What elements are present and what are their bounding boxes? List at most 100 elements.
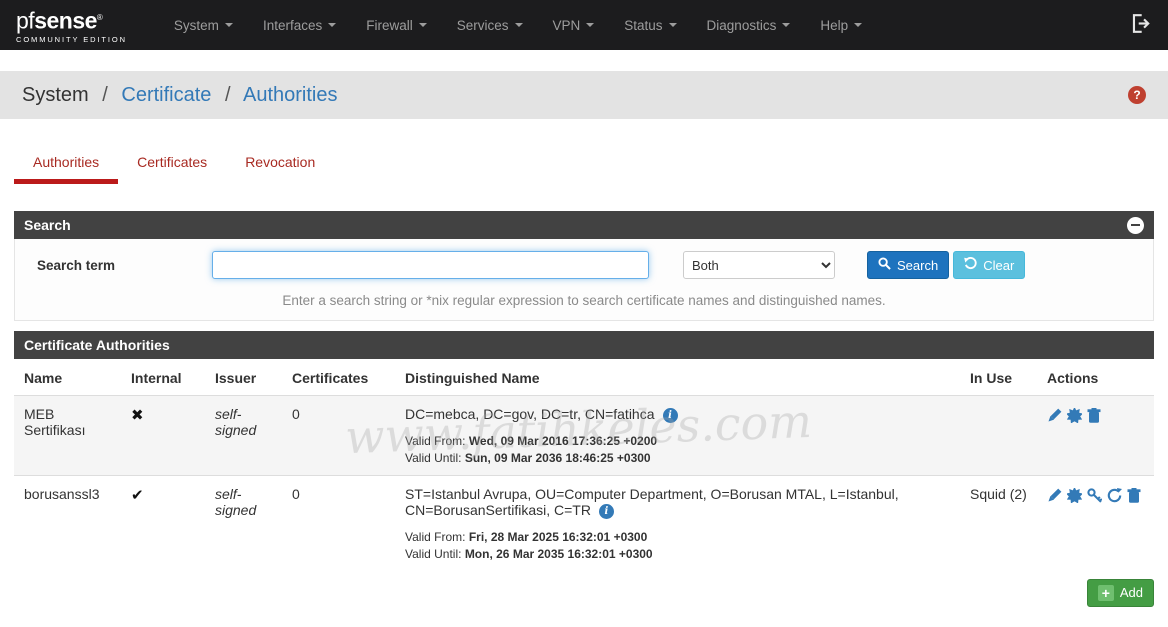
chevron-down-icon [586, 23, 594, 27]
delete-ca-button[interactable] [1127, 486, 1141, 503]
ca-issuer: self-signed [205, 475, 282, 570]
col-certificates: Certificates [282, 359, 395, 396]
trash-icon [1087, 408, 1101, 423]
nav-firewall[interactable]: Firewall [351, 0, 442, 50]
valid-from-value: Wed, 09 Mar 2016 17:36:25 +0200 [469, 434, 657, 448]
help-icon[interactable]: ? [1128, 86, 1146, 104]
ca-in-use [960, 396, 1037, 476]
pfsense-logo-text: pfsense® [16, 6, 127, 33]
add-ca-button[interactable]: + Add [1087, 579, 1154, 607]
chevron-down-icon [328, 23, 336, 27]
search-panel-title: Search [24, 217, 71, 233]
undo-icon [964, 257, 977, 273]
main-menu: System Interfaces Firewall Services VPN … [159, 0, 877, 50]
nav-interfaces[interactable]: Interfaces [248, 0, 351, 50]
valid-until-label: Valid Until: [405, 451, 461, 465]
footer-actions: + Add [0, 579, 1154, 607]
ca-table-header-row: Name Internal Issuer Certificates Distin… [14, 359, 1154, 396]
search-panel-header: Search [14, 211, 1154, 239]
search-button[interactable]: Search [867, 251, 949, 279]
chevron-down-icon [782, 23, 790, 27]
collapse-minus-icon[interactable] [1127, 217, 1144, 234]
renew-ca-button[interactable] [1107, 486, 1122, 503]
export-ca-cert-button[interactable] [1067, 486, 1082, 503]
certificate-icon [1067, 488, 1082, 503]
chevron-down-icon [854, 23, 862, 27]
valid-from-value: Fri, 28 Mar 2025 16:32:01 +0300 [469, 530, 647, 544]
tab-certificates[interactable]: Certificates [118, 145, 226, 184]
chevron-down-icon [419, 23, 427, 27]
nav-help[interactable]: Help [805, 0, 877, 50]
logout-icon [1131, 14, 1150, 36]
valid-until-value: Mon, 26 Mar 2035 16:32:01 +0300 [465, 547, 653, 561]
cross-icon: ✖ [131, 407, 144, 424]
ca-panel-header: Certificate Authorities [14, 331, 1154, 359]
refresh-icon [1107, 488, 1122, 503]
ca-dn: ST=Istanbul Avrupa, OU=Computer Departme… [405, 486, 899, 518]
nav-services[interactable]: Services [442, 0, 538, 50]
ca-table: Name Internal Issuer Certificates Distin… [14, 359, 1154, 571]
certificate-authorities-panel: Certificate Authorities Name Internal Is… [14, 331, 1154, 571]
ca-name: borusanssl3 [14, 475, 121, 570]
pencil-icon [1047, 488, 1062, 503]
valid-from-label: Valid From: [405, 434, 465, 448]
valid-until-label: Valid Until: [405, 547, 461, 561]
clear-button[interactable]: Clear [953, 251, 1025, 279]
nav-diagnostics[interactable]: Diagnostics [692, 0, 806, 50]
col-distinguished-name: Distinguished Name [395, 359, 960, 396]
community-edition-label: COMMUNITY EDITION [16, 35, 127, 44]
nav-status[interactable]: Status [609, 0, 691, 50]
valid-until-value: Sun, 09 Mar 2036 18:46:25 +0300 [465, 451, 651, 465]
ca-name: MEB Sertifikası [14, 396, 121, 476]
export-ca-cert-button[interactable] [1067, 406, 1082, 423]
plus-icon: + [1098, 585, 1114, 601]
col-actions: Actions [1037, 359, 1154, 396]
info-icon[interactable]: i [599, 504, 614, 519]
chevron-down-icon [225, 23, 233, 27]
ca-cert-count: 0 [282, 396, 395, 476]
edit-ca-button[interactable] [1047, 406, 1062, 423]
pfsense-logo[interactable]: pfsense® COMMUNITY EDITION [8, 2, 135, 48]
nav-vpn[interactable]: VPN [538, 0, 610, 50]
edit-ca-button[interactable] [1047, 486, 1062, 503]
trash-icon [1127, 488, 1141, 503]
col-issuer: Issuer [205, 359, 282, 396]
breadcrumb-link-certificate[interactable]: Certificate [121, 84, 211, 106]
col-name: Name [14, 359, 121, 396]
export-key-button[interactable] [1087, 486, 1102, 503]
table-row: borusanssl3 ✔ self-signed 0 ST=Istanbul … [14, 475, 1154, 570]
certificate-icon [1067, 408, 1082, 423]
key-icon [1087, 488, 1102, 503]
search-term-input[interactable] [212, 251, 649, 279]
check-icon: ✔ [131, 487, 144, 504]
ca-cert-count: 0 [282, 475, 395, 570]
tab-authorities[interactable]: Authorities [14, 145, 118, 184]
search-panel: Search Search term Both Search [14, 211, 1154, 321]
tab-bar: Authorities Certificates Revocation [14, 145, 1168, 184]
page-header: System / Certificate / Authorities ? [0, 71, 1168, 119]
pencil-icon [1047, 408, 1062, 423]
nav-system[interactable]: System [159, 0, 248, 50]
delete-ca-button[interactable] [1087, 406, 1101, 423]
breadcrumb-link-authorities[interactable]: Authorities [243, 84, 338, 106]
tab-revocation[interactable]: Revocation [226, 145, 334, 184]
chevron-down-icon [669, 23, 677, 27]
valid-from-label: Valid From: [405, 530, 465, 544]
breadcrumb-root: System [22, 84, 89, 106]
magnifier-icon [878, 257, 891, 273]
logout-button[interactable] [1131, 14, 1150, 36]
col-internal: Internal [121, 359, 205, 396]
ca-panel-title: Certificate Authorities [24, 337, 170, 353]
info-icon[interactable]: i [663, 408, 678, 423]
ca-in-use: Squid (2) [960, 475, 1037, 570]
chevron-down-icon [515, 23, 523, 27]
col-in-use: In Use [960, 359, 1037, 396]
top-navbar: pfsense® COMMUNITY EDITION System Interf… [0, 0, 1168, 50]
search-panel-body: Search term Both Search [14, 239, 1154, 321]
search-scope-select[interactable]: Both [683, 251, 835, 279]
table-row: MEB Sertifikası ✖ self-signed 0 DC=mebca… [14, 396, 1154, 476]
breadcrumb: System / Certificate / Authorities [22, 84, 337, 107]
search-term-label: Search term [15, 258, 212, 273]
ca-issuer: self-signed [205, 396, 282, 476]
search-help-text: Enter a search string or *nix regular ex… [15, 293, 1153, 308]
